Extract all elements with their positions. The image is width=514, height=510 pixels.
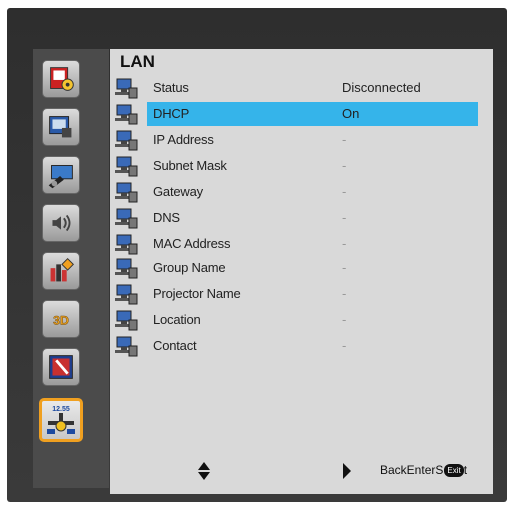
lan-icon[interactable]: 12.55 xyxy=(39,398,83,442)
menu-row-dhcp[interactable]: DHCP On xyxy=(110,102,493,126)
footer-hint-tail: t xyxy=(463,463,468,477)
menu-row-contact[interactable]: Contact - xyxy=(110,334,493,358)
row-value: - xyxy=(342,260,347,275)
row-value: Disconnected xyxy=(342,80,421,95)
network-icon xyxy=(115,310,138,331)
row-value: - xyxy=(342,132,347,147)
right-arrow-icon xyxy=(343,463,351,479)
row-value: - xyxy=(342,236,347,251)
network-icon xyxy=(115,284,138,305)
row-value: - xyxy=(342,210,347,225)
footer-hint: BackEnterS Exit t xyxy=(380,463,467,477)
network-icon xyxy=(115,258,138,279)
footer-hint-text: BackEnterS xyxy=(380,463,444,477)
menu-row-group-name[interactable]: Group Name - xyxy=(110,256,493,280)
row-value: - xyxy=(342,184,347,199)
sidebar: 3D 12.55 xyxy=(33,49,109,488)
network-icon xyxy=(115,156,138,177)
row-label: Gateway xyxy=(153,184,203,199)
up-down-arrow-icon xyxy=(198,462,210,480)
row-label: Subnet Mask xyxy=(153,158,227,173)
network-icon xyxy=(115,336,138,357)
row-value: - xyxy=(342,312,347,327)
network-icon xyxy=(115,130,138,151)
menu-row-ip-address[interactable]: IP Address - xyxy=(110,128,493,152)
3d-icon[interactable]: 3D xyxy=(42,300,80,338)
network-icon xyxy=(115,234,138,255)
row-value: - xyxy=(342,338,347,353)
row-label: Contact xyxy=(153,338,197,353)
exit-key-badge[interactable]: Exit xyxy=(444,464,464,477)
row-label: Location xyxy=(153,312,201,327)
row-label: DHCP xyxy=(153,106,190,121)
network-icon xyxy=(115,104,138,125)
network-icon xyxy=(115,78,138,99)
row-value: - xyxy=(342,158,347,173)
row-label: IP Address xyxy=(153,132,214,147)
row-label: Group Name xyxy=(153,260,226,275)
3d-label: 3D xyxy=(53,314,69,328)
volume-icon[interactable] xyxy=(42,204,80,242)
menu-row-location[interactable]: Location - xyxy=(110,308,493,332)
network-icon xyxy=(115,182,138,203)
image-settings-icon[interactable] xyxy=(42,60,80,98)
interactive-icon[interactable] xyxy=(42,348,80,386)
row-label: DNS xyxy=(153,210,180,225)
menu-title: LAN xyxy=(120,52,155,71)
display-settings-icon[interactable] xyxy=(42,108,80,146)
selection-highlight xyxy=(147,102,478,126)
menu-row-gateway[interactable]: Gateway - xyxy=(110,180,493,204)
setup-icon[interactable] xyxy=(42,156,80,194)
menu-row-subnet-mask[interactable]: Subnet Mask - xyxy=(110,154,493,178)
row-value: On xyxy=(342,106,360,121)
menu-row-status[interactable]: Status Disconnected xyxy=(110,76,493,100)
row-value: - xyxy=(342,286,347,301)
row-label: MAC Address xyxy=(153,236,231,251)
menu-row-dns[interactable]: DNS - xyxy=(110,206,493,230)
menu-row-projector-name[interactable]: Projector Name - xyxy=(110,282,493,306)
lan-menu-panel: LAN Status Disconnected DHCP On IP Addre… xyxy=(110,49,493,494)
network-icon xyxy=(115,208,138,229)
menu-row-mac-address[interactable]: MAC Address - xyxy=(110,232,493,256)
row-label: Projector Name xyxy=(153,286,241,301)
options-icon[interactable] xyxy=(42,252,80,290)
row-label: Status xyxy=(153,80,189,95)
lan-icon-label: 12.55 xyxy=(52,406,70,413)
